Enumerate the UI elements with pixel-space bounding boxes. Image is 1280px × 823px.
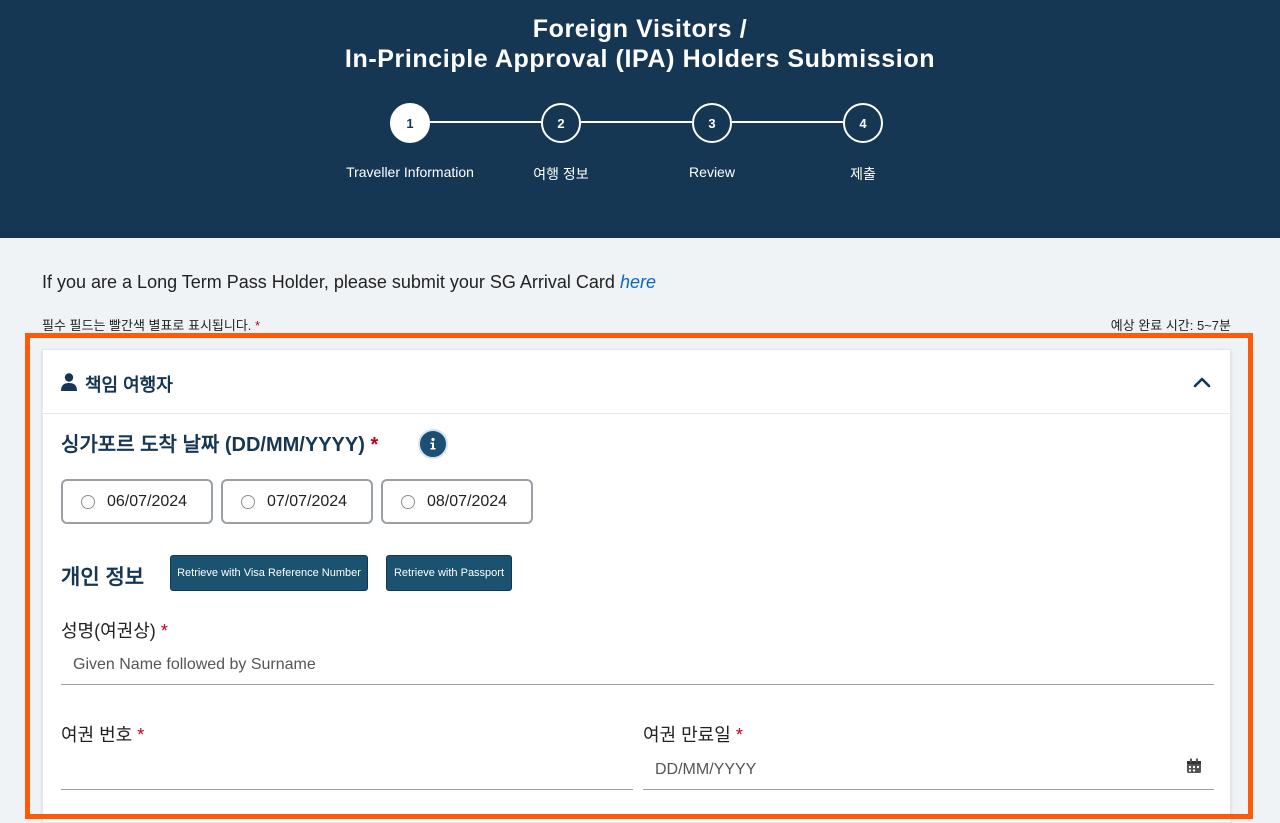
full-name-label: 성명(여권상) * xyxy=(61,617,168,643)
estimated-time-note: 예상 완료 시간: 5~7분 xyxy=(1110,318,1231,333)
calendar-icon[interactable] xyxy=(1186,758,1202,774)
date-option-text: 07/07/2024 xyxy=(267,492,348,510)
passport-expiry-label-text: 여권 만료일 xyxy=(643,725,731,745)
required-star: * xyxy=(137,725,145,745)
required-star: * xyxy=(735,725,743,745)
retrieve-visa-button[interactable]: Retrieve with Visa Reference Number xyxy=(170,555,368,591)
step-3-indicator: 3 xyxy=(692,103,732,143)
chevron-up-icon xyxy=(1193,377,1211,388)
panel-header[interactable]: 책임 여행자 xyxy=(43,350,1230,414)
radio-button[interactable] xyxy=(241,494,255,509)
arrival-date-option-2[interactable]: 07/07/2024 xyxy=(221,479,373,524)
date-option-text: 08/07/2024 xyxy=(427,492,508,510)
required-star: * xyxy=(160,621,168,641)
arrival-date-label-text: 싱가포르 도착 날짜 (DD/MM/YYYY) xyxy=(61,434,365,456)
step-4-label: 제출 xyxy=(850,166,876,182)
required-fields-note: 필수 필드는 빨간색 별표로 표시됩니다. * xyxy=(42,315,260,334)
person-icon xyxy=(61,373,77,391)
required-note-text: 필수 필드는 빨간색 별표로 표시됩니다. xyxy=(42,318,252,333)
page-title-line2: In-Principle Approval (IPA) Holders Subm… xyxy=(344,45,936,73)
radio-button[interactable] xyxy=(401,494,415,509)
passport-expiry-input[interactable] xyxy=(643,750,1214,790)
panel-title: 책임 여행자 xyxy=(85,375,173,395)
full-name-label-text: 성명(여권상) xyxy=(61,621,156,641)
required-star: * xyxy=(255,318,261,333)
date-option-text: 06/07/2024 xyxy=(107,492,188,510)
arrival-date-option-3[interactable]: 08/07/2024 xyxy=(381,479,533,524)
responsible-traveller-panel: 책임 여행자 싱가포르 도착 날짜 (DD/MM/YYYY) * 06/07/2… xyxy=(42,349,1231,823)
arrival-date-label: 싱가포르 도착 날짜 (DD/MM/YYYY) * xyxy=(61,428,378,457)
passport-number-input[interactable] xyxy=(61,750,633,790)
full-name-input[interactable] xyxy=(61,645,1214,685)
step-connector xyxy=(732,121,843,123)
page-title-line1: Foreign Visitors / xyxy=(532,15,748,43)
retrieve-passport-button[interactable]: Retrieve with Passport xyxy=(386,555,512,591)
here-link[interactable]: here xyxy=(620,272,656,292)
step-4-indicator: 4 xyxy=(843,103,883,143)
page-header: Foreign Visitors / In-Principle Approval… xyxy=(0,0,1280,238)
personal-info-title: 개인 정보 xyxy=(61,566,145,589)
long-term-pass-notice: If you are a Long Term Pass Holder, plea… xyxy=(42,272,656,293)
step-1-indicator: 1 xyxy=(390,103,430,143)
page-title: Foreign Visitors / In-Principle Approval… xyxy=(0,14,1280,74)
collapse-button[interactable] xyxy=(1190,370,1214,394)
notice-text: If you are a Long Term Pass Holder, plea… xyxy=(42,272,620,292)
required-star: * xyxy=(370,434,379,456)
passport-number-label-text: 여권 번호 xyxy=(61,725,133,745)
step-connector xyxy=(430,121,541,123)
passport-number-label: 여권 번호 * xyxy=(61,721,144,747)
arrival-info-button[interactable] xyxy=(418,429,448,459)
step-2-indicator: 2 xyxy=(541,103,581,143)
info-icon xyxy=(430,437,436,450)
radio-button[interactable] xyxy=(81,494,95,509)
passport-expiry-label: 여권 만료일 * xyxy=(643,721,743,747)
arrival-date-option-1[interactable]: 06/07/2024 xyxy=(61,479,213,524)
step-connector xyxy=(581,121,692,123)
